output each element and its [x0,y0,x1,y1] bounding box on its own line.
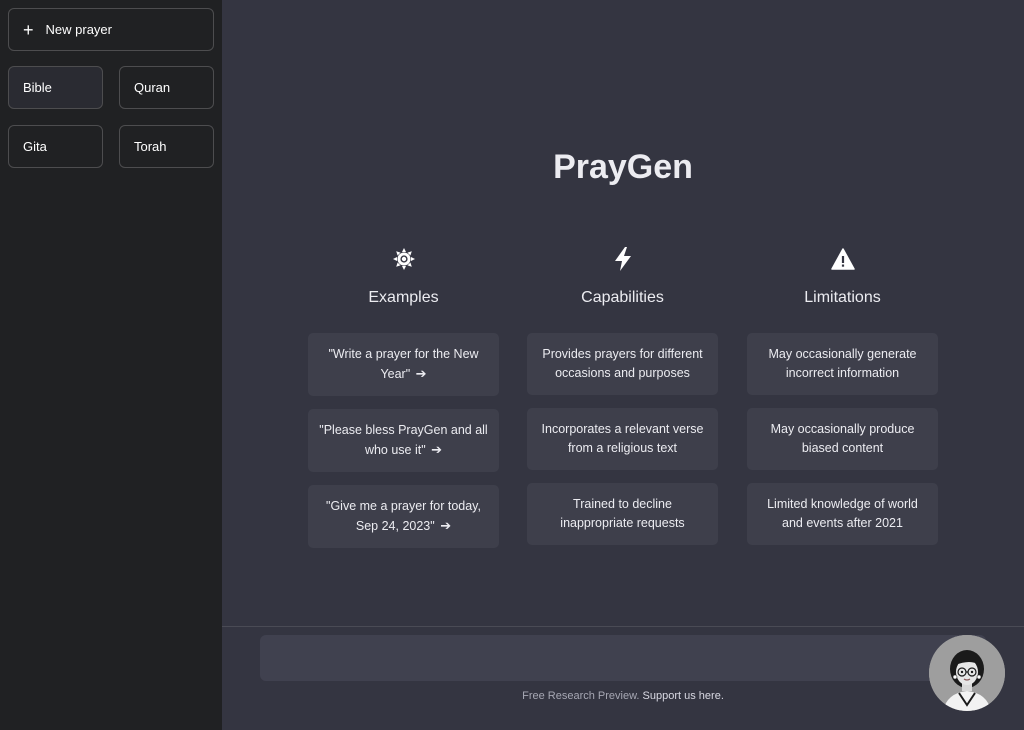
capabilities-heading: Capabilities [581,289,664,306]
arrow-right-icon: ➔ [431,442,443,457]
examples-column: Examples "Write a prayer for the New Yea… [308,245,499,561]
limitation-card: May occasionally generate incorrect info… [747,333,938,395]
book-button-quran[interactable]: Quran [119,66,214,109]
sun-icon [308,245,499,273]
footer: Free Research Preview. Support us here. [222,690,1024,702]
book-button-gita[interactable]: Gita [8,125,103,168]
capabilities-column: Capabilities Provides prayers for differ… [527,245,718,558]
warning-icon [747,245,938,273]
limitation-card: Limited knowledge of world and events af… [747,483,938,545]
support-link[interactable]: Support us here. [643,690,724,702]
limitation-card: May occasionally produce biased content [747,408,938,470]
divider [222,626,1024,627]
arrow-right-icon: ➔ [440,518,452,533]
sidebar: + New prayer Bible Quran Gita Torah [0,0,222,730]
book-button-bible[interactable]: Bible [8,66,103,109]
arrow-right-icon: ➔ [415,366,427,381]
limitations-column: Limitations May occasionally generate in… [747,245,938,558]
new-prayer-button[interactable]: + New prayer [8,8,214,51]
plus-icon: + [23,19,34,40]
capability-card: Incorporates a relevant verse from a rel… [527,408,718,470]
main-panel: PrayGen Examples "Write a prayer for the… [222,0,1024,730]
page-title: PrayGen [553,148,693,186]
example-card[interactable]: "Write a prayer for the New Year" ➔ [308,333,499,396]
book-label: Quran [134,80,171,95]
examples-heading: Examples [368,289,439,306]
prayer-input[interactable] [260,635,986,681]
example-text: "Please bless PrayGen and all who use it… [319,423,488,457]
footer-text: Free Research Preview. [522,690,640,702]
book-button-torah[interactable]: Torah [119,125,214,168]
book-label: Bible [23,80,52,95]
capability-card: Provides prayers for different occasions… [527,333,718,395]
book-label: Gita [23,139,47,154]
limitations-heading: Limitations [804,289,881,306]
capability-card: Trained to decline inappropriate request… [527,483,718,545]
example-card[interactable]: "Please bless PrayGen and all who use it… [308,409,499,472]
example-text: "Give me a prayer for today, Sep 24, 202… [326,499,481,533]
new-prayer-label: New prayer [45,22,112,37]
book-label: Torah [134,139,167,154]
example-card[interactable]: "Give me a prayer for today, Sep 24, 202… [308,485,499,548]
example-text: "Write a prayer for the New Year" [328,347,479,381]
user-avatar[interactable] [929,635,1005,711]
lightning-icon [527,245,718,273]
